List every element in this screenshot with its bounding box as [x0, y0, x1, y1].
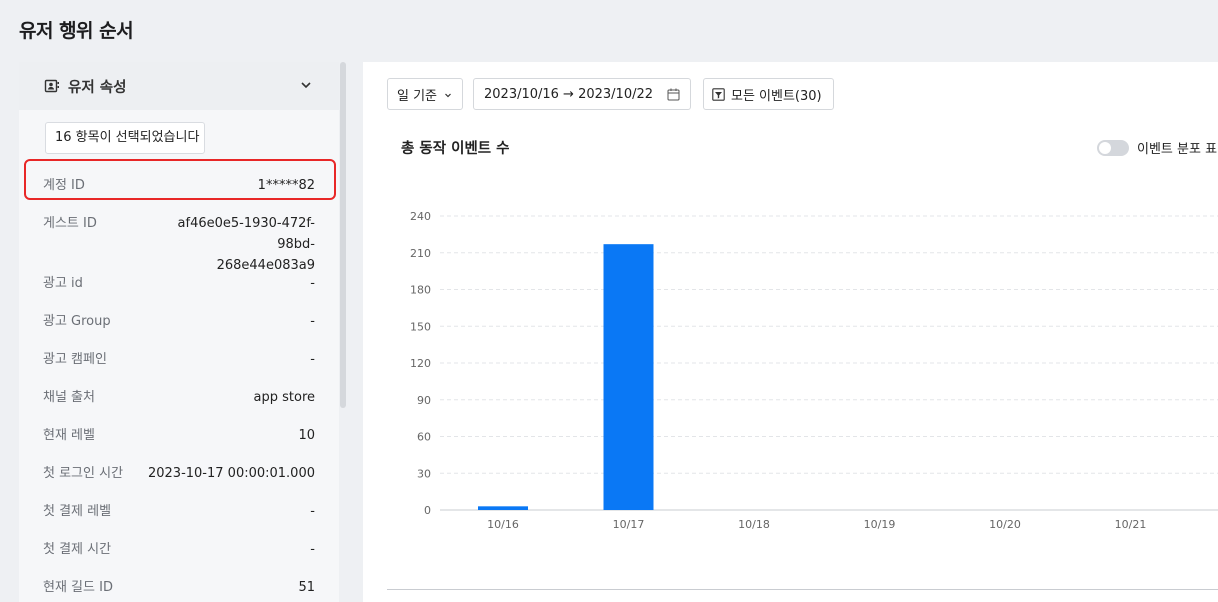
- y-tick-label: 90: [417, 394, 431, 407]
- attribute-selector[interactable]: 16 항목이 선택되었습니다: [45, 122, 205, 154]
- x-tick-label: 10/17: [613, 518, 645, 531]
- left-panel-scrollbar[interactable]: [340, 62, 346, 408]
- attribute-value: -: [310, 542, 315, 557]
- attribute-row-current-level: 현재 레벨 10: [43, 425, 315, 446]
- attribute-value: -: [310, 352, 315, 367]
- chart-panel: 일 기준 2023/10/16 → 2023/10/22 모든 이벤트(30) …: [363, 62, 1218, 602]
- attribute-key: 채널 출처: [43, 390, 95, 405]
- attribute-value: 10: [298, 428, 315, 443]
- chevron-down-icon[interactable]: [299, 78, 313, 92]
- attribute-key: 첫 로그인 시간: [43, 466, 124, 481]
- attribute-key: 게스트 ID: [43, 216, 97, 231]
- date-range-label: 2023/10/16 → 2023/10/22: [484, 86, 654, 102]
- event-distribution-toggle[interactable]: 이벤트 분포 표: [1097, 138, 1217, 157]
- attribute-value: 51: [298, 580, 315, 595]
- attribute-key: 첫 결제 시간: [43, 542, 112, 557]
- attribute-row-guild-id: 현재 길드 ID 51: [43, 577, 315, 598]
- attribute-row-ad-campaign: 광고 캠페인 -: [43, 349, 315, 370]
- attribute-value: af46e0e5-1930-472f-98bd- 268e44e083a9: [177, 216, 315, 273]
- y-tick-label: 120: [410, 357, 431, 370]
- bar: [603, 244, 654, 511]
- attribute-row-channel-source: 채널 출처 app store: [43, 387, 315, 408]
- y-tick-label: 210: [410, 247, 431, 260]
- attribute-row-first-payment-time: 첫 결제 시간 -: [43, 539, 315, 560]
- y-tick-label: 30: [417, 467, 431, 480]
- period-select-label: 일 기준: [397, 88, 438, 104]
- toggle-label: 이벤트 분포 표: [1137, 142, 1218, 157]
- attribute-row-guest-id: 게스트 ID af46e0e5-1930-472f-98bd- 268e44e0…: [43, 213, 315, 276]
- divider: [387, 589, 1218, 590]
- attribute-row-first-login: 첫 로그인 시간 2023-10-17 00:00:01.000: [43, 463, 315, 484]
- user-attributes-panel: 유저 속성 16 항목이 선택되었습니다 계정 ID 1*****82 게스트 …: [19, 62, 339, 602]
- attribute-value: 1*****82: [257, 178, 315, 193]
- attribute-key: 현재 길드 ID: [43, 580, 113, 595]
- page-title: 유저 행위 순서: [19, 20, 134, 42]
- event-filter-label: 모든 이벤트(30): [731, 88, 822, 104]
- attribute-row-first-payment-level: 첫 결제 레벨 -: [43, 501, 315, 522]
- user-attributes-title: 유저 속성: [68, 79, 127, 96]
- attribute-value: app store: [253, 390, 315, 405]
- x-tick-label: 10/21: [1115, 518, 1147, 531]
- attribute-row-ad-id: 광고 id -: [43, 273, 315, 294]
- attribute-key: 계정 ID: [43, 178, 85, 193]
- attribute-value: 2023-10-17 00:00:01.000: [147, 466, 315, 481]
- x-tick-label: 10/19: [864, 518, 896, 531]
- y-tick-label: 180: [410, 284, 431, 297]
- attribute-key: 광고 Group: [43, 314, 111, 329]
- event-filter-button[interactable]: 모든 이벤트(30): [703, 78, 834, 110]
- attribute-value: -: [310, 504, 315, 519]
- user-attributes-header[interactable]: 유저 속성: [19, 62, 339, 110]
- contact-card-icon: [44, 79, 59, 93]
- chart-title: 총 동작 이벤트 수: [401, 141, 510, 157]
- attribute-value: -: [310, 314, 315, 329]
- x-tick-label: 10/16: [487, 518, 519, 531]
- toggle-switch[interactable]: [1097, 139, 1129, 156]
- calendar-icon: [667, 88, 680, 101]
- date-range-picker[interactable]: 2023/10/16 → 2023/10/22: [473, 78, 691, 110]
- attribute-key: 광고 캠페인: [43, 352, 107, 367]
- attribute-key: 첫 결제 레벨: [43, 504, 112, 519]
- attribute-key: 광고 id: [43, 276, 83, 291]
- y-tick-label: 60: [417, 431, 431, 444]
- period-select[interactable]: 일 기준: [387, 78, 463, 110]
- attribute-value: -: [310, 276, 315, 291]
- bar-chart: 0 30 60 90 120 150 180 210 240 10/16 10/17 10/18 10/…: [410, 210, 1218, 531]
- x-tick-label: 10/18: [738, 518, 770, 531]
- chevron-down-icon: [445, 93, 451, 98]
- attribute-row-ad-group: 광고 Group -: [43, 311, 315, 332]
- attribute-row-account-id: 계정 ID 1*****82: [43, 175, 315, 196]
- bar: [478, 506, 528, 510]
- x-tick-label: 10/20: [989, 518, 1021, 531]
- filter-icon: [712, 87, 725, 101]
- y-tick-label: 0: [424, 504, 431, 517]
- y-tick-label: 240: [410, 210, 431, 223]
- y-tick-label: 150: [410, 320, 431, 333]
- attribute-key: 현재 레벨: [43, 428, 95, 443]
